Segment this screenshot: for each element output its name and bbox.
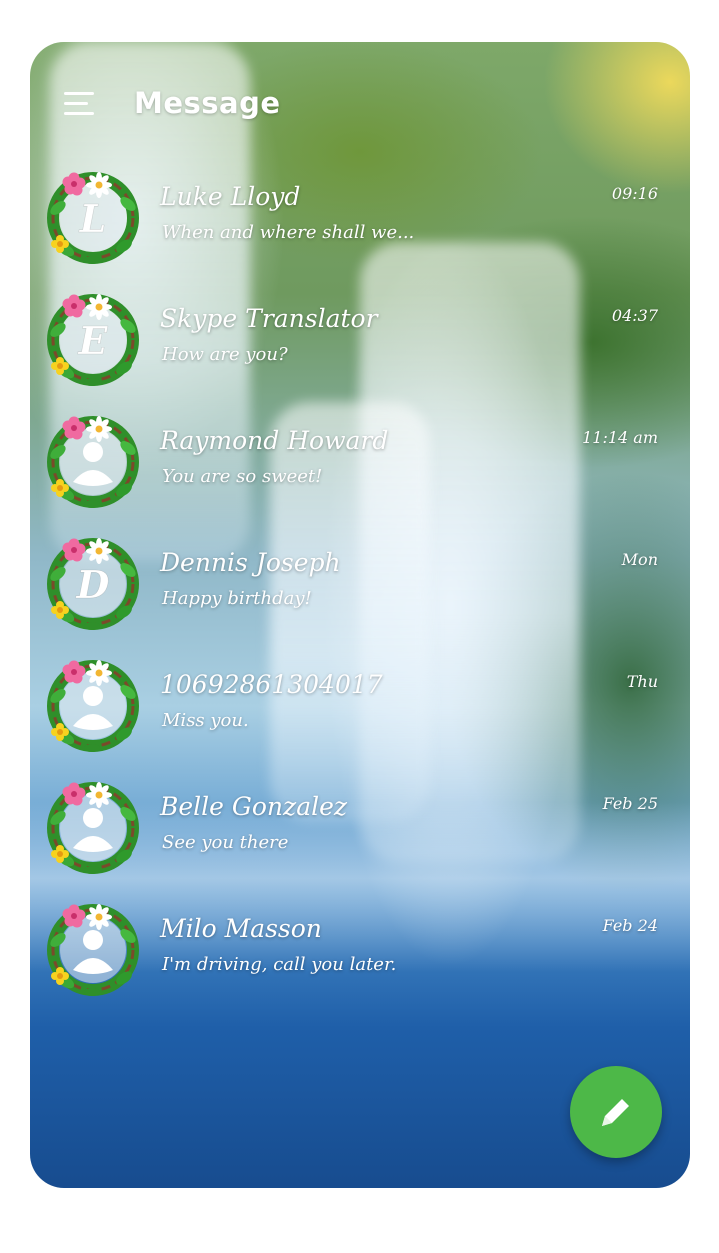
compose-button[interactable] — [570, 1066, 662, 1158]
contact-name: Dennis Joseph — [160, 548, 341, 577]
conversation-item[interactable]: D Dennis Joseph Happy birthday! Mon — [30, 526, 690, 648]
message-preview: Happy birthday! — [162, 588, 312, 609]
avatar: E — [44, 290, 142, 388]
avatar: L — [44, 168, 142, 266]
message-time: Mon — [621, 550, 658, 569]
contact-name: Raymond Howard — [160, 426, 389, 455]
app-bar: Message — [30, 42, 690, 162]
message-preview: I'm driving, call you later. — [162, 954, 397, 975]
conversation-item[interactable]: E Skype Translator How are you? 04:37 — [30, 282, 690, 404]
conversation-item[interactable]: 10692861304017 Miss you. Thu — [30, 648, 690, 770]
message-time: 04:37 — [611, 306, 658, 325]
avatar-initial: E — [78, 318, 109, 363]
avatar-initial: D — [76, 562, 110, 607]
contact-name: Skype Translator — [160, 304, 378, 333]
avatar — [44, 900, 142, 998]
contact-name: Luke Lloyd — [160, 182, 301, 211]
message-time: Feb 25 — [602, 794, 658, 813]
message-preview: When and where shall we... — [162, 222, 415, 243]
contact-name: Belle Gonzalez — [160, 792, 348, 821]
conversation-item[interactable]: Belle Gonzalez See you there Feb 25 — [30, 770, 690, 892]
conversation-item[interactable]: L Luke Lloyd When and where shall we... … — [30, 160, 690, 282]
contact-name: Milo Masson — [160, 914, 322, 943]
avatar — [44, 656, 142, 754]
avatar-initial: L — [79, 196, 107, 241]
page-title: Message — [134, 86, 281, 120]
conversation-item[interactable]: Milo Masson I'm driving, call you later.… — [30, 892, 690, 1014]
message-time: 09:16 — [611, 184, 658, 203]
message-time: 11:14 am — [582, 428, 658, 447]
avatar — [44, 412, 142, 510]
message-preview: How are you? — [162, 344, 288, 365]
phone-screen: Message L Luke Lloyd When and where shal… — [30, 42, 690, 1188]
avatar: D — [44, 534, 142, 632]
avatar — [44, 778, 142, 876]
conversation-item[interactable]: Raymond Howard You are so sweet! 11:14 a… — [30, 404, 690, 526]
message-time: Thu — [626, 672, 658, 691]
message-preview: Miss you. — [162, 710, 249, 731]
message-preview: See you there — [162, 832, 289, 853]
conversation-list: L Luke Lloyd When and where shall we... … — [30, 160, 690, 1014]
contact-name: 10692861304017 — [160, 670, 383, 699]
menu-icon[interactable] — [64, 92, 94, 116]
pencil-icon — [602, 1099, 629, 1126]
message-time: Feb 24 — [602, 916, 658, 935]
message-preview: You are so sweet! — [162, 466, 323, 487]
